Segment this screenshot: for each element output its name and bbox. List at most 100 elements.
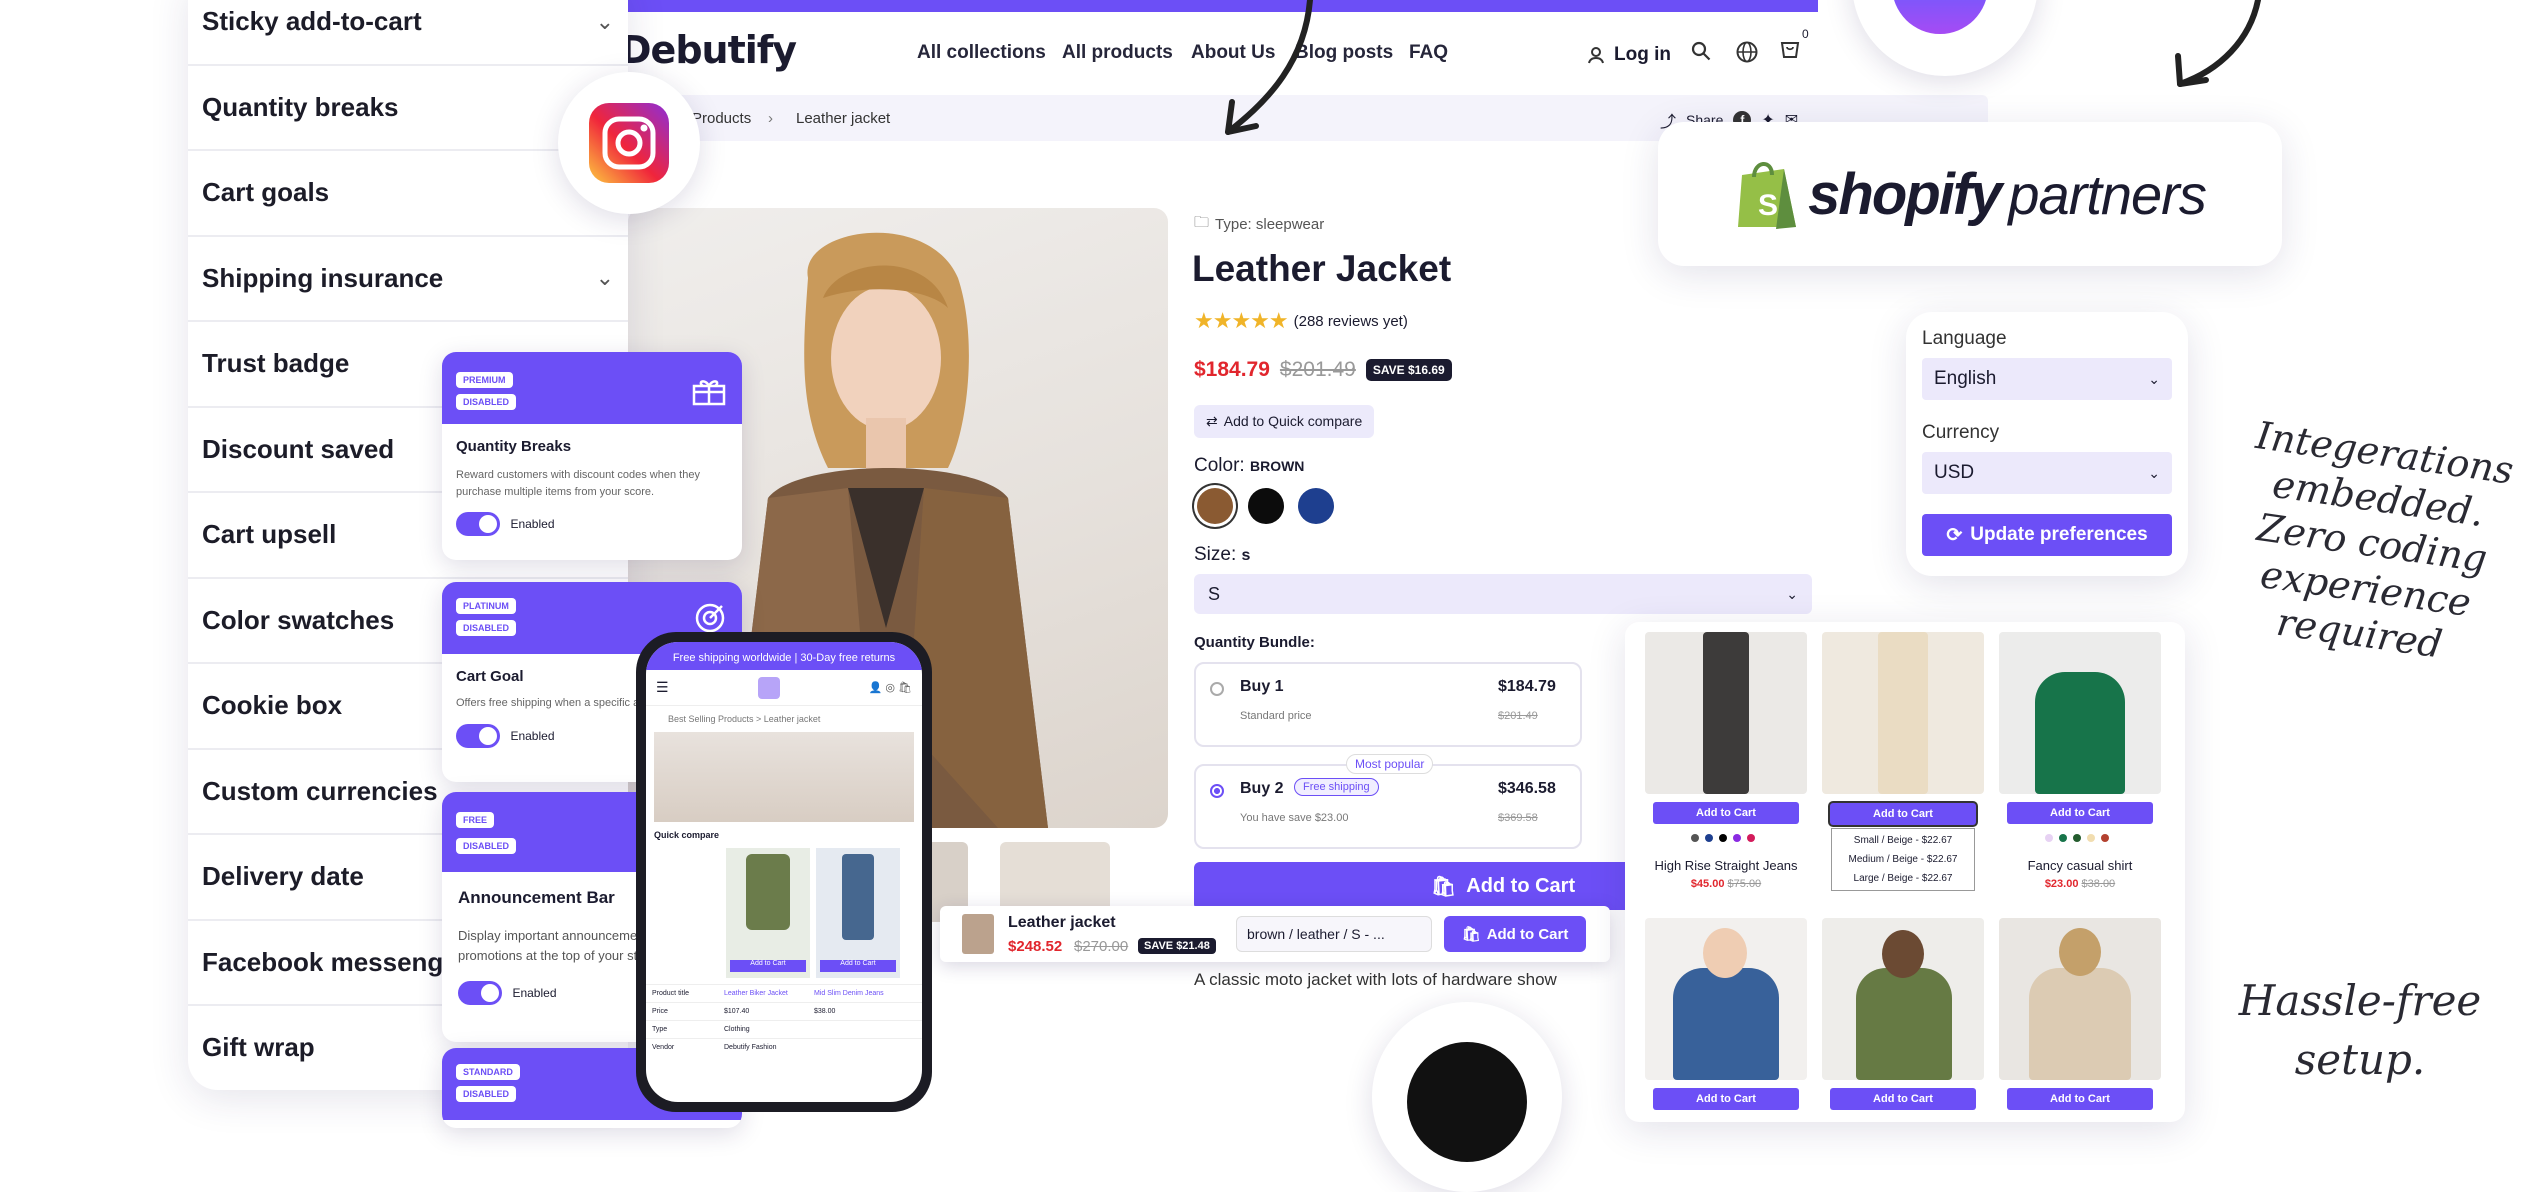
product-grid: Add to Cart Add to Cart Add to Cart High…	[1625, 622, 2185, 1122]
feature-label: Cart upsell	[202, 519, 337, 550]
feature-item[interactable]: Shipping insurance ⌄	[188, 237, 628, 322]
svg-text:S: S	[1758, 189, 1778, 222]
breadcrumb-products[interactable]: Products	[692, 110, 751, 127]
sticky-save-badge: SAVE $21.48	[1138, 938, 1216, 954]
tiktok-badge	[1372, 1002, 1562, 1192]
product-price: $184.79	[1194, 358, 1270, 381]
feature-label: Shipping insurance	[202, 262, 444, 293]
product-image-denim-jacket[interactable]	[1645, 918, 1807, 1080]
product-image-jeans[interactable]	[1645, 632, 1807, 794]
add-to-cart-button[interactable]: Add to Cart	[2007, 1088, 2153, 1110]
arrow-icon	[1225, 0, 1313, 135]
swatch-blue[interactable]	[1298, 488, 1334, 524]
feature-label: Quantity breaks	[202, 91, 399, 122]
add-to-cart-button[interactable]: Add to Cart	[1653, 1088, 1799, 1110]
product-price-row: $23.00 $38.00	[2044, 878, 2116, 890]
account-icons: 👤 ◎ 🛍	[868, 682, 912, 694]
compare-table: Product title Leather Biker Jacket Mid Sli…	[646, 984, 922, 1056]
nav-faq[interactable]: FAQ	[1409, 42, 1448, 64]
color-label: Color: BROWN	[1194, 455, 1305, 476]
integrations-caption: Integerations embedded. Zero coding expe…	[2253, 413, 2517, 667]
phone-header: ☰ 👤 ◎ 🛍	[646, 670, 922, 706]
size-select[interactable]: S ⌄	[1194, 574, 1812, 614]
size-label: Size: s	[1194, 544, 1251, 565]
cart-icon: 🛍	[1430, 875, 1457, 898]
enable-toggle[interactable]	[456, 723, 500, 748]
breadcrumb-separator-icon: ›	[768, 110, 773, 127]
currency-select[interactable]: USD ⌄	[1922, 452, 2172, 494]
sticky-price: $248.52	[1008, 938, 1063, 955]
refresh-icon: ⟳	[1946, 524, 1963, 546]
feature-card-quantity-breaks: PREMIUM DISABLED Quantity Breaks Reward …	[442, 352, 742, 560]
sticky-variant-select[interactable]: brown / leather / S - ...	[1236, 916, 1432, 952]
chevron-down-icon[interactable]: ⌄	[596, 9, 614, 35]
search-icon[interactable]	[1690, 40, 1712, 62]
cart-icon[interactable]	[1778, 38, 1802, 62]
language-select[interactable]: English ⌄	[1922, 358, 2172, 400]
sticky-old-price: $270.00	[1074, 938, 1129, 955]
product-image-olive-jacket[interactable]	[1822, 918, 1984, 1080]
nav-all-collections[interactable]: All collections	[917, 42, 1046, 64]
enable-toggle[interactable]	[458, 981, 502, 1005]
product-price-row: $45.00 $75.00	[1690, 878, 1762, 890]
swatch-black[interactable]	[1248, 488, 1284, 524]
globe-icon[interactable]	[1735, 40, 1759, 64]
language-label: Language	[1922, 328, 2007, 349]
star-rating-icon: ★★★★★	[1194, 308, 1289, 333]
radio-selected-icon	[1210, 784, 1224, 798]
sticky-add-to-cart-button[interactable]: 🛍 Add to Cart	[1444, 916, 1586, 952]
price-row: $184.79 $201.49 SAVE $16.69	[1194, 358, 1452, 382]
swatch-brown[interactable]	[1197, 488, 1233, 524]
color-dots	[2045, 834, 2109, 842]
add-to-cart-button[interactable]: Add to Cart	[1830, 803, 1976, 825]
feature-label: Sticky add-to-cart	[202, 6, 422, 37]
menu-icon[interactable]: ☰	[656, 679, 669, 696]
feature-label: Cart goals	[202, 177, 330, 208]
product-name[interactable]: High Rise Straight Jeans	[1645, 858, 1807, 873]
arrow-icon	[2175, 0, 2261, 87]
bundle-option-2[interactable]: Most popular Buy 2 Free shipping You hav…	[1194, 754, 1582, 849]
compare-price: $201.49	[1279, 358, 1356, 381]
store-logo-icon[interactable]	[757, 676, 780, 699]
variant-option[interactable]: Large / Beige - $22.67	[1832, 869, 1974, 888]
sticky-cart-bar: Leather jacket $248.52 $270.00 SAVE $21.…	[940, 906, 1610, 962]
update-preferences-button[interactable]: ⟳ Update preferences	[1922, 514, 2172, 556]
quick-compare-title: Quick compare	[654, 830, 720, 840]
variant-option[interactable]: Medium / Beige - $22.67	[1832, 850, 1974, 869]
folder-icon: 🗀	[1194, 214, 1210, 231]
product-name[interactable]: Fancy casual shirt	[1999, 858, 2161, 873]
chevron-down-icon[interactable]: ⌄	[596, 265, 614, 291]
breadcrumb-current: Leather jacket	[796, 110, 891, 127]
bundle-option-1[interactable]: Buy 1 Standard price $184.79 $201.49	[1194, 662, 1582, 747]
most-popular-badge: Most popular	[1346, 754, 1434, 774]
product-image-beige-blazer[interactable]	[1999, 918, 2161, 1080]
variant-option[interactable]: Small / Beige - $22.67	[1832, 831, 1974, 850]
nav-all-products[interactable]: All products	[1062, 42, 1173, 64]
instagram-icon	[589, 103, 669, 183]
color-dots	[1691, 834, 1755, 842]
quick-compare-button[interactable]: ⇄ Add to Quick compare	[1194, 405, 1375, 438]
variant-dropdown: Small / Beige - $22.67 Medium / Beige - …	[1831, 828, 1975, 891]
feature-label: Facebook messenger	[202, 946, 468, 977]
product-image-beige-pants[interactable]	[1822, 632, 1984, 794]
chevron-down-icon: ⌄	[2148, 464, 2160, 481]
add-to-cart-button[interactable]: Add to Cart	[1653, 802, 1799, 824]
store-logo[interactable]: Debutify	[628, 28, 797, 72]
messenger-icon	[1892, 0, 1988, 34]
product-image-green-shirt[interactable]	[1999, 632, 2161, 794]
card-title: Quantity Breaks	[456, 438, 572, 455]
cart-icon: 🛍	[1461, 926, 1481, 943]
login-link[interactable]: Log in	[1586, 44, 1671, 66]
product-description: A classic moto jacket with lots of hardw…	[1194, 970, 1557, 989]
feature-item[interactable]: Sticky add-to-cart ⌄	[188, 0, 628, 66]
shopify-bag-icon: S	[1738, 162, 1797, 229]
chevron-down-icon: ⌄	[1786, 585, 1798, 602]
add-to-cart-button[interactable]: Add to Cart	[1830, 1088, 1976, 1110]
feature-label: Discount saved	[202, 433, 395, 464]
add-to-cart-button[interactable]: Add to Cart	[2007, 802, 2153, 824]
compare-products: Add to Cart Add to Cart	[646, 848, 922, 978]
product-type: 🗀 Type: sleepwear	[1194, 212, 1324, 237]
gift-icon	[692, 380, 726, 406]
enable-toggle[interactable]	[456, 512, 500, 536]
product-title: Leather Jacket	[1192, 248, 1452, 289]
